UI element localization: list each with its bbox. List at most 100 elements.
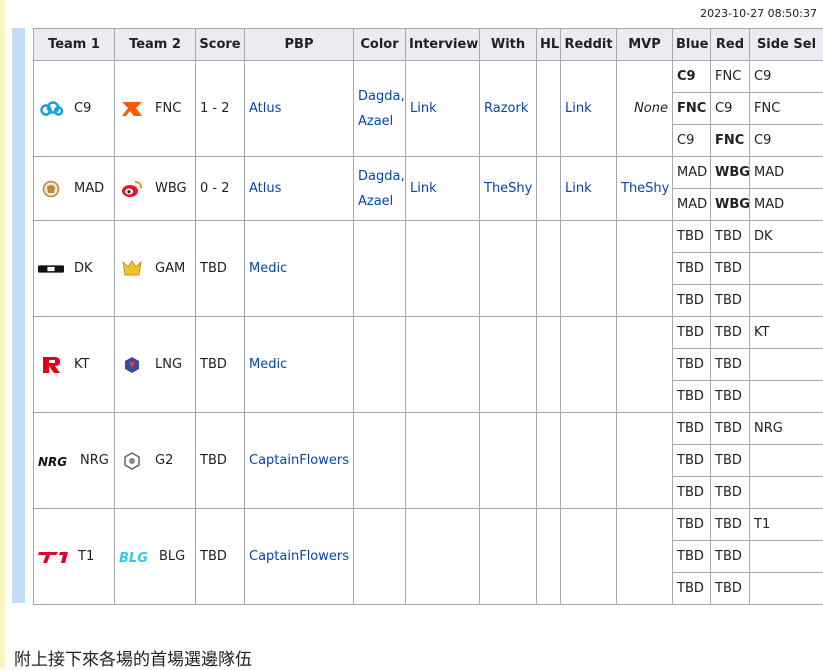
red-side-cell: TBD — [711, 221, 750, 253]
side-select-cell — [750, 381, 823, 413]
blue-side-cell: C9 — [673, 125, 711, 157]
mvp-cell — [617, 317, 673, 413]
reddit-cell — [561, 317, 617, 413]
mvp-cell — [617, 221, 673, 317]
red-side-cell: TBD — [711, 509, 750, 541]
blue-side-cell: FNC — [673, 93, 711, 125]
side-select-cell — [750, 285, 823, 317]
interview-cell — [406, 413, 480, 509]
team1-name[interactable]: KT — [74, 357, 89, 372]
pbp-link[interactable]: CaptainFlowers — [249, 453, 349, 468]
with-link[interactable]: TheShy — [484, 181, 532, 196]
g2-logo-icon — [119, 451, 145, 471]
team1-name[interactable]: MAD — [74, 181, 104, 196]
interview-cell — [406, 221, 480, 317]
team1-name[interactable]: C9 — [74, 101, 91, 116]
color-cell — [354, 509, 406, 605]
interview-link[interactable]: Link — [410, 181, 437, 196]
red-side-cell: FNC — [711, 125, 750, 157]
interview-link[interactable]: Link — [410, 101, 437, 116]
hl-cell — [537, 61, 561, 157]
blue-side-cell: TBD — [673, 541, 711, 573]
color-link-2[interactable]: Azael — [358, 114, 393, 129]
blue-side-cell: TBD — [673, 445, 711, 477]
side-select-cell: C9 — [750, 61, 823, 93]
header-hl: HL — [537, 29, 561, 61]
mvp-link[interactable]: TheShy — [621, 181, 669, 196]
page-timestamp: 2023-10-27 08:50:37 — [700, 7, 817, 20]
table-row: T1 BLG BLG TBD CaptainFlowers TBD TBD — [34, 509, 823, 541]
mvp-cell — [617, 509, 673, 605]
header-score: Score — [196, 29, 245, 61]
team2-cell: LNG — [115, 317, 196, 413]
team2-name[interactable]: LNG — [155, 357, 182, 372]
team2-cell: WBG — [115, 157, 196, 221]
reddit-link[interactable]: Link — [565, 101, 592, 116]
red-side-cell: TBD — [711, 317, 750, 349]
color-cell — [354, 221, 406, 317]
team2-cell: FNC — [115, 61, 196, 157]
red-side-cell: TBD — [711, 253, 750, 285]
side-select-cell — [750, 445, 823, 477]
side-select-cell: MAD — [750, 157, 823, 189]
table-row: KT LNG TBD Medic TBD TBD KT — [34, 317, 823, 349]
team1-cell: DK — [34, 221, 115, 317]
mvp-cell — [617, 413, 673, 509]
weibo-logo-icon — [119, 179, 145, 199]
pbp-cell: Atlus — [245, 157, 354, 221]
color-link-2[interactable]: Azael — [358, 194, 393, 209]
with-cell — [480, 221, 537, 317]
hl-cell — [537, 413, 561, 509]
team2-name[interactable]: GAM — [155, 261, 185, 276]
team2-name[interactable]: G2 — [155, 453, 173, 468]
side-select-cell: MAD — [750, 189, 823, 221]
header-reddit: Reddit — [561, 29, 617, 61]
gam-logo-icon — [119, 259, 145, 279]
hl-cell — [537, 221, 561, 317]
header-pbp: PBP — [245, 29, 354, 61]
red-side-cell: WBG — [711, 189, 750, 221]
score-cell: 1 - 2 — [196, 61, 245, 157]
pbp-link[interactable]: CaptainFlowers — [249, 549, 349, 564]
color-cell — [354, 413, 406, 509]
blue-side-cell: TBD — [673, 221, 711, 253]
kt-logo-icon — [38, 355, 64, 375]
blue-side-cell: TBD — [673, 317, 711, 349]
header-with: With — [480, 29, 537, 61]
reddit-cell: Link — [561, 157, 617, 221]
side-select-cell: FNC — [750, 93, 823, 125]
reddit-cell — [561, 221, 617, 317]
team1-cell: C9 — [34, 61, 115, 157]
nrg-logo-icon: NRG — [38, 451, 76, 471]
team2-name[interactable]: WBG — [155, 181, 187, 196]
red-side-cell: TBD — [711, 413, 750, 445]
score-cell: TBD — [196, 509, 245, 605]
color-link-1[interactable]: Dagda, — [358, 169, 405, 184]
team2-name[interactable]: FNC — [155, 101, 181, 116]
red-side-cell: C9 — [711, 93, 750, 125]
team1-name[interactable]: T1 — [78, 549, 94, 564]
pbp-link[interactable]: Medic — [249, 261, 287, 276]
header-color: Color — [354, 29, 406, 61]
color-link-1[interactable]: Dagda, — [358, 89, 405, 104]
color-cell — [354, 317, 406, 413]
header-interview: Interview — [406, 29, 480, 61]
pbp-link[interactable]: Medic — [249, 357, 287, 372]
blue-side-cell: TBD — [673, 349, 711, 381]
svg-text:BLG: BLG — [119, 551, 148, 564]
reddit-link[interactable]: Link — [565, 181, 592, 196]
team1-name[interactable]: DK — [74, 261, 93, 276]
pbp-link[interactable]: Atlus — [249, 181, 281, 196]
pbp-link[interactable]: Atlus — [249, 101, 281, 116]
score-cell: TBD — [196, 413, 245, 509]
pbp-cell: CaptainFlowers — [245, 509, 354, 605]
table-header-row: Team 1 Team 2 Score PBP Color Interview … — [34, 29, 823, 61]
side-select-cell — [750, 477, 823, 509]
team2-name[interactable]: BLG — [159, 549, 185, 564]
team1-name[interactable]: NRG — [80, 453, 109, 468]
with-link[interactable]: Razork — [484, 101, 528, 116]
with-cell — [480, 317, 537, 413]
red-side-cell: TBD — [711, 381, 750, 413]
header-team1: Team 1 — [34, 29, 115, 61]
team2-cell: G2 — [115, 413, 196, 509]
